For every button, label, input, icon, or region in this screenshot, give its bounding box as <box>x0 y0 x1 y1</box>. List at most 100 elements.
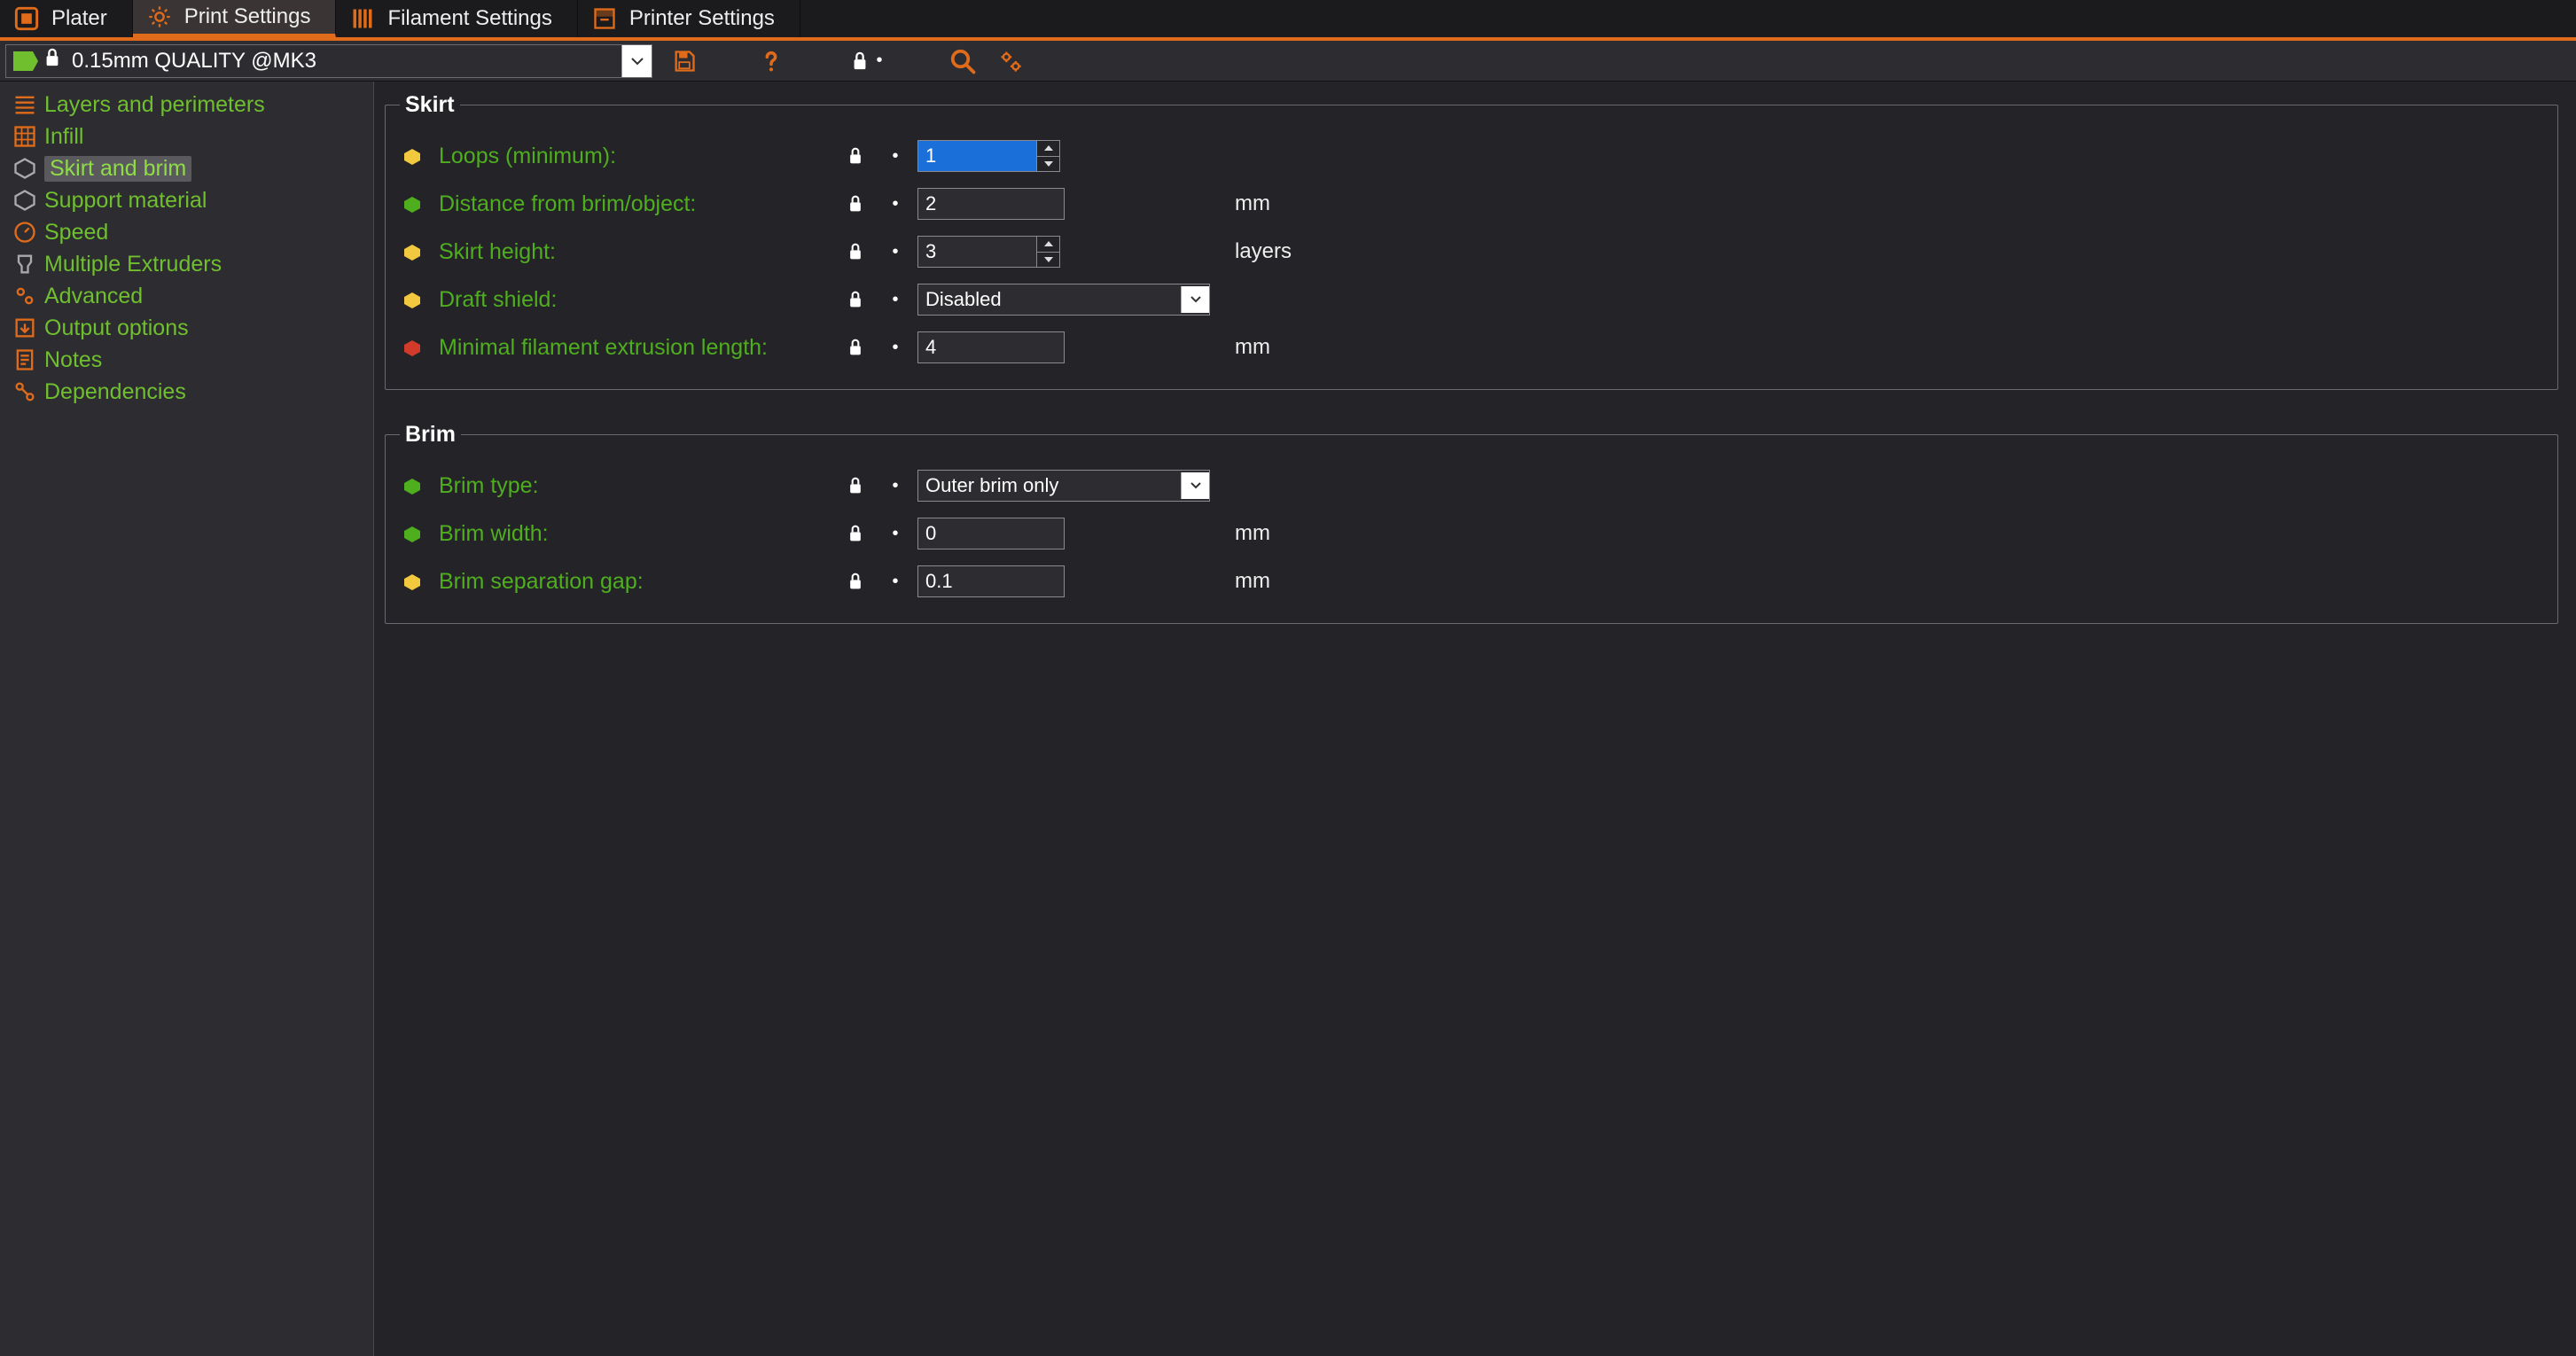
loops-input[interactable] <box>917 140 1037 172</box>
sidebar-item-label: Skirt and brim <box>44 156 191 182</box>
hexagon-icon <box>403 147 421 165</box>
tab-label: Printer Settings <box>629 6 775 31</box>
row-brim-gap: Brim separation gap: • mm <box>403 557 2540 605</box>
row-distance: Distance from brim/object: • mm <box>403 180 2540 228</box>
lock-icon[interactable] <box>838 147 873 165</box>
select-value: Outer brim only <box>925 474 1058 497</box>
lock-icon[interactable] <box>838 477 873 495</box>
hexagon-icon <box>403 291 421 308</box>
chevron-down-icon <box>1181 472 1209 499</box>
sidebar-item-label: Advanced <box>44 284 143 309</box>
sidebar-item-label: Infill <box>44 124 83 150</box>
brim-type-label: Brim type: <box>439 473 829 499</box>
group-title: Skirt <box>400 92 460 118</box>
settings-content: Skirt Loops (minimum): • Distance from b <box>374 82 2576 1356</box>
loops-label: Loops (minimum): <box>439 144 829 169</box>
filament-icon <box>350 6 375 31</box>
sidebar-item-infill[interactable]: Infill <box>9 121 373 152</box>
distance-unit: mm <box>1228 191 1334 216</box>
tab-printer-settings[interactable]: Printer Settings <box>578 0 800 37</box>
lock-toggle-button[interactable]: • <box>842 45 892 77</box>
help-button[interactable] <box>755 45 787 77</box>
preset-selector[interactable]: 0.15mm QUALITY @MK3 <box>5 44 652 78</box>
min-extrusion-input[interactable] <box>917 331 1065 363</box>
tab-print-settings[interactable]: Print Settings <box>133 0 337 37</box>
reset-dot[interactable]: • <box>882 476 909 496</box>
hexagon-icon <box>403 525 421 542</box>
lock-icon[interactable] <box>838 243 873 261</box>
brim-width-label: Brim width: <box>439 521 829 547</box>
lock-icon[interactable] <box>838 339 873 356</box>
reset-dot[interactable]: • <box>882 338 909 358</box>
tab-label: Filament Settings <box>387 6 551 31</box>
skirt-height-unit: layers <box>1228 239 1334 264</box>
skirt-icon <box>12 156 37 181</box>
save-preset-button[interactable] <box>668 45 700 77</box>
sidebar-item-label: Dependencies <box>44 379 186 405</box>
reset-dot[interactable]: • <box>882 290 909 310</box>
lock-icon[interactable] <box>838 573 873 590</box>
group-brim: Brim Brim type: • Outer brim only Brim w… <box>385 422 2558 624</box>
lock-icon[interactable] <box>838 195 873 213</box>
group-skirt: Skirt Loops (minimum): • Distance from b <box>385 92 2558 390</box>
row-loops: Loops (minimum): • <box>403 132 2540 180</box>
printer-icon <box>592 6 617 31</box>
spinner-up-icon[interactable] <box>1037 237 1059 253</box>
reset-dot[interactable]: • <box>882 572 909 592</box>
hexagon-icon <box>403 573 421 590</box>
sidebar-item-notes[interactable]: Notes <box>9 344 373 376</box>
min-extrusion-unit: mm <box>1228 335 1334 360</box>
main-tab-bar: Plater Print Settings Filament Settings … <box>0 0 2576 37</box>
search-button[interactable] <box>947 45 979 77</box>
sidebar-item-advanced[interactable]: Advanced <box>9 280 373 312</box>
distance-input[interactable] <box>917 188 1065 220</box>
lock-icon[interactable] <box>838 525 873 542</box>
plater-icon <box>14 6 39 31</box>
draft-shield-select[interactable]: Disabled <box>917 284 1210 316</box>
hexagon-icon <box>403 477 421 495</box>
flag-icon <box>13 51 38 71</box>
reset-dot[interactable]: • <box>882 194 909 214</box>
tab-label: Print Settings <box>184 4 311 29</box>
chevron-down-icon[interactable] <box>621 45 652 77</box>
tab-plater[interactable]: Plater <box>0 0 133 37</box>
tab-filament-settings[interactable]: Filament Settings <box>336 0 577 37</box>
skirt-height-spinner[interactable] <box>1037 236 1060 268</box>
advanced-icon <box>12 284 37 308</box>
spinner-down-icon[interactable] <box>1037 157 1059 172</box>
sidebar-item-output[interactable]: Output options <box>9 312 373 344</box>
group-title: Brim <box>400 422 461 448</box>
sidebar-item-skirt[interactable]: Skirt and brim <box>9 152 373 184</box>
reset-dot[interactable]: • <box>882 242 909 262</box>
row-brim-type: Brim type: • Outer brim only <box>403 462 2540 510</box>
sidebar-item-dependencies[interactable]: Dependencies <box>9 376 373 408</box>
gear-icon <box>147 4 172 29</box>
skirt-height-input[interactable] <box>917 236 1037 268</box>
hexagon-icon <box>403 195 421 213</box>
speed-icon <box>12 220 37 245</box>
spinner-down-icon[interactable] <box>1037 253 1059 268</box>
layers-icon <box>12 92 37 117</box>
brim-type-select[interactable]: Outer brim only <box>917 470 1210 502</box>
sidebar-item-layers[interactable]: Layers and perimeters <box>9 89 373 121</box>
chevron-down-icon <box>1181 286 1209 313</box>
reset-dot[interactable]: • <box>882 524 909 544</box>
sidebar-item-label: Notes <box>44 347 102 373</box>
draft-shield-label: Draft shield: <box>439 287 829 313</box>
brim-width-input[interactable] <box>917 518 1065 549</box>
sidebar-item-support[interactable]: Support material <box>9 184 373 216</box>
sidebar-item-label: Layers and perimeters <box>44 92 265 118</box>
distance-label: Distance from brim/object: <box>439 191 829 217</box>
skirt-height-label: Skirt height: <box>439 239 829 265</box>
select-value: Disabled <box>925 288 1002 311</box>
lock-icon[interactable] <box>838 291 873 308</box>
settings-gears-button[interactable] <box>995 45 1026 77</box>
loops-spinner[interactable] <box>1037 140 1060 172</box>
spinner-up-icon[interactable] <box>1037 141 1059 157</box>
row-draft-shield: Draft shield: • Disabled <box>403 276 2540 323</box>
brim-gap-input[interactable] <box>917 565 1065 597</box>
extruders-icon <box>12 252 37 277</box>
reset-dot[interactable]: • <box>882 146 909 167</box>
sidebar-item-speed[interactable]: Speed <box>9 216 373 248</box>
sidebar-item-multi[interactable]: Multiple Extruders <box>9 248 373 280</box>
